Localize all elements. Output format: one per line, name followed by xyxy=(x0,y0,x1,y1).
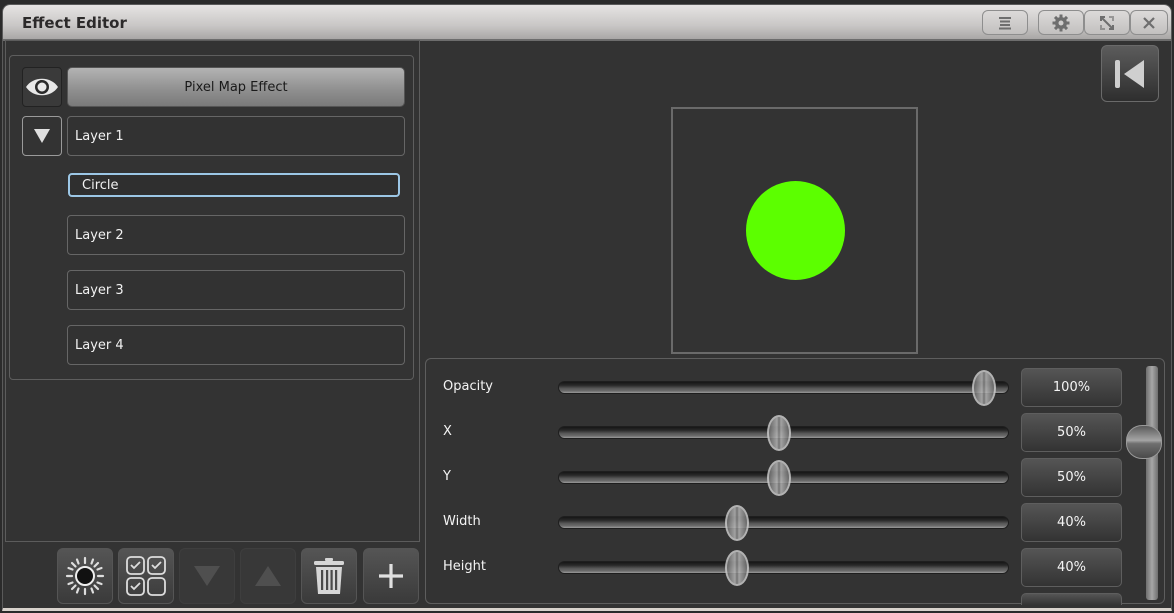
opacity-slider-thumb[interactable] xyxy=(972,370,996,406)
effect-name-button[interactable]: Pixel Map Effect xyxy=(67,67,405,107)
preview-circle-shape xyxy=(746,181,845,280)
parameters-scrollbar-thumb[interactable] xyxy=(1126,425,1162,459)
layer-item[interactable]: Layer 1 xyxy=(67,116,405,156)
y-value-button[interactable]: 50% xyxy=(1021,458,1122,497)
triangle-down-icon xyxy=(34,129,50,143)
width-slider[interactable] xyxy=(558,505,1009,541)
param-label-width: Width xyxy=(443,514,481,529)
param-label-height: Height xyxy=(443,559,486,574)
move-up-button[interactable] xyxy=(240,548,296,604)
y-slider[interactable] xyxy=(558,460,1009,496)
collapse-layer-button[interactable] xyxy=(22,116,62,156)
layer-item[interactable]: Layer 2 xyxy=(67,215,405,255)
next-value-button-partial[interactable] xyxy=(1021,593,1122,605)
menu-lines-icon xyxy=(999,16,1011,29)
resize-icon xyxy=(1100,15,1114,30)
move-down-button[interactable] xyxy=(179,548,235,604)
opacity-slider[interactable] xyxy=(558,370,1009,406)
parameters-scrollbar[interactable] xyxy=(1146,366,1158,600)
width-value-button[interactable]: 40% xyxy=(1021,503,1122,542)
select-all-button[interactable] xyxy=(118,548,174,604)
delete-button[interactable] xyxy=(301,548,357,604)
skip-to-start-icon xyxy=(1115,59,1144,88)
brightness-button[interactable] xyxy=(57,548,113,604)
layer-item[interactable]: Layer 4 xyxy=(67,325,405,365)
effect-preview xyxy=(671,107,918,354)
y-slider-thumb[interactable] xyxy=(766,460,791,496)
window-title: Effect Editor xyxy=(22,14,127,32)
settings-button[interactable] xyxy=(1038,10,1084,35)
eye-icon xyxy=(26,78,58,96)
param-label-opacity: Opacity xyxy=(443,379,494,394)
resize-button[interactable] xyxy=(1084,10,1130,35)
height-slider[interactable] xyxy=(558,550,1009,586)
height-value-button[interactable]: 40% xyxy=(1021,548,1122,587)
checkbox-grid-icon xyxy=(126,556,166,596)
skip-to-start-button[interactable] xyxy=(1101,45,1159,102)
triangle-up-icon xyxy=(255,566,281,586)
opacity-value-button[interactable]: 100% xyxy=(1021,368,1122,407)
x-slider-thumb[interactable] xyxy=(766,415,791,451)
gear-icon xyxy=(1052,14,1070,31)
close-button[interactable] xyxy=(1130,10,1168,35)
visibility-toggle[interactable] xyxy=(22,67,62,107)
trash-icon xyxy=(314,558,344,594)
add-button[interactable] xyxy=(363,548,419,604)
title-bar: Effect Editor xyxy=(3,5,1171,41)
x-value-button[interactable]: 50% xyxy=(1021,413,1122,452)
param-label-y: Y xyxy=(443,469,451,484)
sun-icon xyxy=(65,556,105,596)
menu-button[interactable] xyxy=(982,10,1028,35)
layer-item[interactable]: Layer 3 xyxy=(67,270,405,310)
layer-child-item[interactable]: Circle xyxy=(68,173,400,197)
param-label-x: X xyxy=(443,424,452,439)
x-slider[interactable] xyxy=(558,415,1009,451)
close-icon xyxy=(1143,16,1155,29)
triangle-down-icon xyxy=(194,566,220,586)
plus-icon xyxy=(379,564,403,588)
